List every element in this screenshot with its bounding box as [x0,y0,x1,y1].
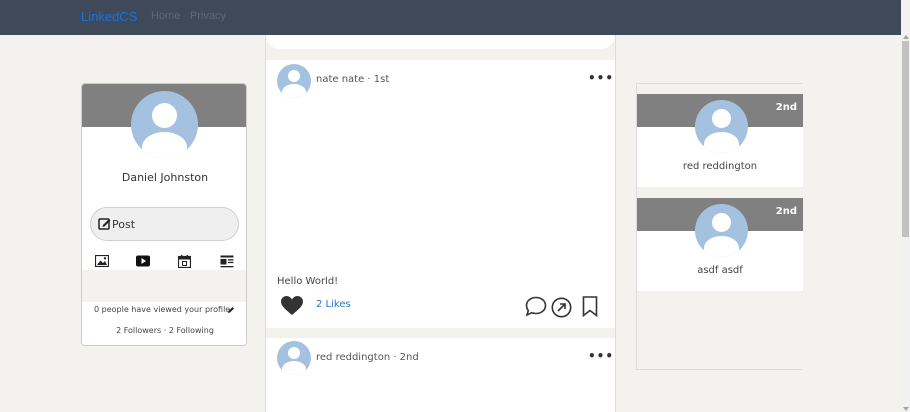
profile-avatar[interactable] [131,91,198,158]
profile-divider [82,270,246,302]
bookmark-icon[interactable] [582,296,598,317]
connection-degree-badge: 2nd [775,206,797,217]
create-post-button[interactable]: Post [90,207,239,241]
page-scrollbar[interactable] [901,35,910,412]
post-more-options-button[interactable]: ••• [588,71,614,85]
feed-post: red reddington · 2nd ••• [266,338,615,412]
youtube-icon[interactable] [136,255,150,267]
post-text: Hello World! [277,276,339,287]
profile-name[interactable]: Daniel Johnston [82,171,246,184]
likes-count-link[interactable]: 2 Likes [316,299,351,310]
post-author-avatar[interactable] [277,341,311,375]
brand-logo-link[interactable]: LinkedCS [81,9,137,24]
scrollbar-thumb[interactable] [902,41,909,237]
suggestion-card[interactable]: 2nd red reddington [637,94,803,187]
create-post-label: Post [112,218,136,231]
heart-icon[interactable] [281,296,303,316]
suggestion-avatar[interactable] [695,100,748,153]
top-navbar: LinkedCS Home Privacy [0,0,901,35]
scroll-down-arrow-icon[interactable] [903,407,909,411]
profile-card: Daniel Johnston Post 0 people have viewe… [81,83,247,346]
suggestion-name[interactable]: red reddington [637,161,803,172]
nav-link-home[interactable]: Home [151,10,180,22]
connection-degree-badge: 2nd [775,102,797,113]
profile-views-text[interactable]: 0 people have viewed your profile [94,305,230,314]
post-feed: nate nate · 1st ••• Hello World! 2 Likes… [265,35,616,412]
comment-icon[interactable] [525,296,547,317]
article-icon[interactable] [220,255,234,268]
post-more-options-button[interactable]: ••• [588,349,614,363]
suggestion-name[interactable]: asdf asdf [637,265,803,276]
suggestion-avatar[interactable] [695,204,748,257]
edit-icon [98,218,111,230]
post-author-name[interactable]: red reddington · 2nd [316,352,419,363]
calendar-icon[interactable] [178,255,191,268]
image-icon[interactable] [95,255,109,267]
share-icon[interactable] [551,297,572,318]
suggestions-panel: 2nd red reddington 2nd asdf asdf [636,83,803,370]
nav-link-privacy[interactable]: Privacy [190,10,226,22]
profile-stats: 0 people have viewed your profile 2 Foll… [82,302,246,345]
pencil-icon[interactable] [227,306,235,314]
suggestion-card[interactable]: 2nd asdf asdf [637,198,803,291]
post-author-name[interactable]: nate nate · 1st [316,74,389,85]
feed-post: nate nate · 1st ••• Hello World! 2 Likes [266,60,615,328]
post-author-avatar[interactable] [277,64,311,98]
previous-post-card [266,35,615,49]
follow-counts[interactable]: 2 Followers · 2 Following [82,326,246,335]
scroll-up-arrow-icon[interactable] [903,35,909,39]
